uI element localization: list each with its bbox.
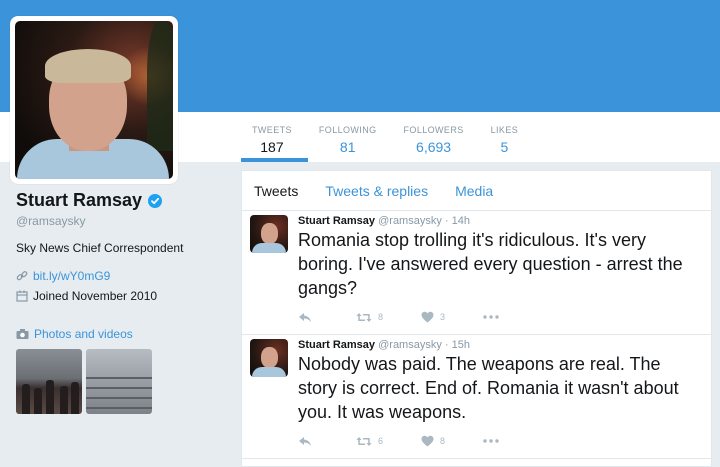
timeline-tabs: Tweets Tweets & replies Media bbox=[242, 171, 711, 211]
camera-icon bbox=[16, 329, 29, 339]
profile-bio: Sky News Chief Correspondent bbox=[16, 241, 184, 255]
retweet-icon bbox=[356, 312, 372, 322]
media-thumbnails bbox=[16, 349, 236, 414]
retweet-button[interactable]: 6 bbox=[356, 436, 383, 447]
stat-label: LIKES bbox=[490, 125, 519, 135]
like-icon bbox=[421, 311, 434, 323]
profile-name[interactable]: Stuart Ramsay bbox=[16, 190, 142, 211]
verified-badge-icon bbox=[148, 193, 163, 208]
more-icon bbox=[483, 315, 499, 319]
timeline: Tweets Tweets & replies Media Stuart Ram… bbox=[241, 170, 712, 467]
tweet-author-name[interactable]: Stuart Ramsay bbox=[298, 215, 375, 227]
stat-value: 6,693 bbox=[416, 139, 452, 155]
more-button[interactable] bbox=[483, 315, 505, 319]
tweet-text: Nobody was paid. The weapons are real. T… bbox=[298, 354, 679, 422]
more-icon bbox=[483, 439, 499, 443]
stat-value: 5 bbox=[500, 139, 509, 155]
profile-avatar[interactable] bbox=[10, 16, 178, 184]
retweet-icon bbox=[356, 436, 372, 446]
reply-icon bbox=[299, 436, 311, 446]
tweet-author-name[interactable]: Stuart Ramsay bbox=[298, 339, 375, 351]
stat-following[interactable]: FOLLOWING 81 bbox=[308, 118, 393, 162]
tab-tweets-replies[interactable]: Tweets & replies bbox=[325, 183, 428, 199]
like-button[interactable]: 8 bbox=[421, 435, 445, 447]
tweet[interactable]: Stuart Ramsay @ramsaysky · 15h Nobody wa… bbox=[242, 335, 711, 459]
reply-button[interactable] bbox=[298, 436, 318, 447]
tweet-actions: 8 3 bbox=[298, 300, 701, 334]
like-button[interactable]: 3 bbox=[421, 311, 445, 323]
retweet-button[interactable]: 8 bbox=[356, 312, 383, 323]
profile-photo bbox=[15, 21, 173, 179]
media-thumbnail[interactable] bbox=[86, 349, 152, 414]
like-icon bbox=[421, 435, 434, 447]
tweet[interactable]: Stuart Ramsay @ramsaysky · 14h Romania s… bbox=[242, 211, 711, 335]
more-button[interactable] bbox=[483, 439, 505, 443]
reply-button[interactable] bbox=[298, 312, 318, 323]
profile-stats: TWEETS 187 FOLLOWING 81 FOLLOWERS 6,693 … bbox=[241, 118, 534, 162]
tweet-timestamp[interactable]: · 14h bbox=[445, 215, 470, 227]
retweet-count: 6 bbox=[378, 436, 384, 446]
tab-tweets[interactable]: Tweets bbox=[254, 183, 298, 199]
stat-label: FOLLOWERS bbox=[403, 125, 464, 135]
like-count: 8 bbox=[440, 436, 446, 446]
tab-media[interactable]: Media bbox=[455, 183, 493, 199]
tweet-actions: 6 8 bbox=[298, 424, 701, 458]
stat-label: TWEETS bbox=[252, 125, 292, 135]
tweet-author-handle[interactable]: @ramsaysky bbox=[378, 215, 442, 227]
reply-icon bbox=[299, 312, 311, 322]
stat-value: 187 bbox=[260, 139, 284, 155]
like-count: 3 bbox=[440, 312, 446, 322]
calendar-icon bbox=[16, 290, 28, 302]
profile-joined: Joined November 2010 bbox=[33, 289, 158, 303]
profile-link[interactable]: bit.ly/wY0mG9 bbox=[33, 269, 110, 283]
tweet-text: Romania stop trolling it's ridiculous. I… bbox=[298, 230, 683, 298]
media-thumbnail[interactable] bbox=[16, 349, 82, 414]
photos-videos-label: Photos and videos bbox=[34, 327, 133, 341]
stat-followers[interactable]: FOLLOWERS 6,693 bbox=[393, 118, 480, 162]
stat-label: FOLLOWING bbox=[318, 125, 377, 135]
profile-handle[interactable]: @ramsaysky bbox=[16, 214, 236, 228]
stat-likes[interactable]: LIKES 5 bbox=[480, 118, 535, 162]
stat-value: 81 bbox=[339, 139, 356, 155]
photos-videos-link[interactable]: Photos and videos bbox=[16, 327, 236, 341]
stat-tweets[interactable]: TWEETS 187 bbox=[241, 118, 308, 162]
profile-sidebar: Stuart Ramsay @ramsaysky Sky News Chief … bbox=[16, 190, 236, 414]
link-icon bbox=[16, 271, 28, 281]
tweet-author-handle[interactable]: @ramsaysky bbox=[378, 339, 442, 351]
retweet-count: 8 bbox=[378, 312, 384, 322]
tweet-timestamp[interactable]: · 15h bbox=[445, 339, 470, 351]
tweet-avatar[interactable] bbox=[250, 215, 288, 253]
tweet-avatar[interactable] bbox=[250, 339, 288, 377]
